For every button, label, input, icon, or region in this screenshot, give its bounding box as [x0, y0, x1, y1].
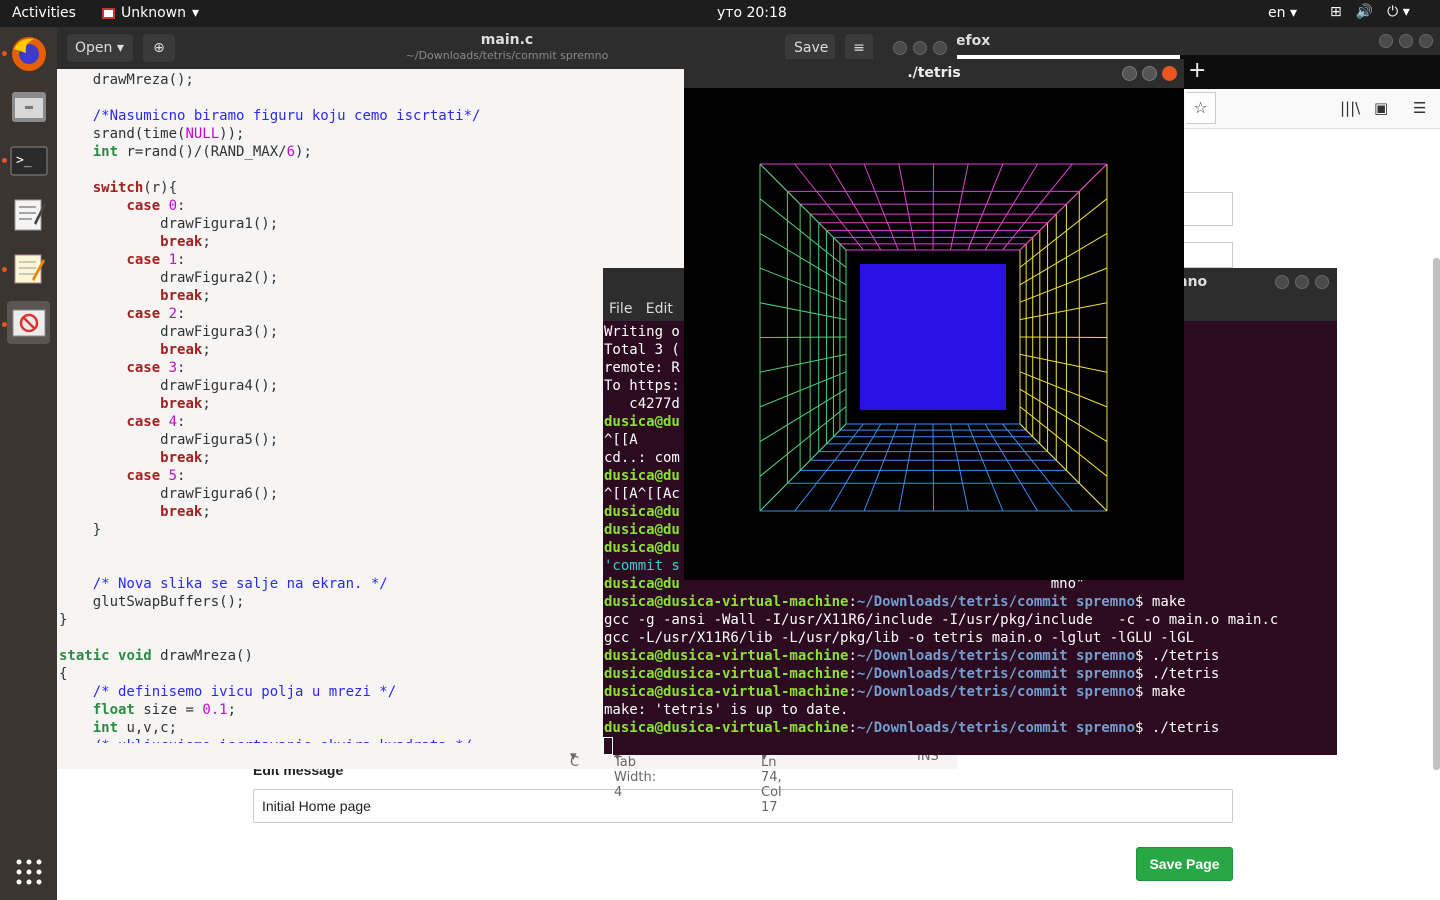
dock: >_	[0, 27, 57, 900]
tab-width-label: Tab Width: 4	[614, 755, 657, 800]
app-menu[interactable]: Unknown ▾	[102, 5, 199, 21]
grid-line	[932, 163, 934, 251]
tetris-canvas[interactable]	[684, 88, 1184, 580]
firefox-tabbar: +	[1180, 55, 1440, 89]
grid-line	[759, 423, 847, 512]
grid-line	[759, 163, 847, 251]
minimize-icon[interactable]	[1122, 66, 1137, 81]
grid-line	[759, 406, 847, 477]
files-icon[interactable]	[7, 85, 50, 128]
page-scrollbar[interactable]	[1433, 258, 1440, 770]
hamburger-menu-icon[interactable]: ≡	[845, 34, 873, 62]
power-icon: ⏻ ▾	[1387, 4, 1410, 20]
language-indicator[interactable]: en ▾	[1268, 5, 1297, 21]
activities-button[interactable]: Activities	[12, 5, 76, 21]
tetris-field	[860, 264, 1006, 410]
system-tray[interactable]: ⊞ 🔊 ⏻ ▾	[1330, 4, 1410, 20]
close-icon[interactable]	[1315, 275, 1329, 289]
app-window-icon	[102, 7, 115, 19]
edit-message-input[interactable]: Initial Home page	[253, 789, 1233, 823]
sidebar-icon[interactable]: ▣	[1374, 99, 1388, 117]
maximize-icon[interactable]	[1142, 66, 1157, 81]
minimize-icon[interactable]	[1275, 275, 1289, 289]
language-selector[interactable]: C ▾	[570, 749, 579, 770]
svg-text:>_: >_	[16, 153, 32, 168]
maximize-icon[interactable]	[1295, 275, 1309, 289]
cursor-position-label: Ln 74, Col 17	[761, 755, 782, 815]
close-icon[interactable]	[1419, 34, 1433, 48]
minimize-icon[interactable]	[893, 41, 907, 55]
grid-line	[759, 198, 847, 268]
maximize-icon[interactable]	[913, 41, 927, 55]
bookmark-star-icon[interactable]: ☆	[1186, 92, 1216, 124]
open-button[interactable]: Open ▾	[67, 34, 133, 62]
show-applications-icon[interactable]	[7, 850, 50, 893]
save-button[interactable]: Save	[785, 34, 835, 62]
document-path: ~/Downloads/tetris/commit spremno	[405, 49, 609, 62]
library-icon[interactable]: |||\	[1340, 99, 1360, 117]
unknown-app-icon[interactable]	[7, 301, 50, 344]
grid-line	[1019, 163, 1108, 251]
grid-line	[1019, 336, 1108, 338]
grid-line	[794, 423, 864, 512]
grid-line	[1019, 423, 1108, 512]
close-icon[interactable]	[933, 41, 947, 55]
tetris-titlebar: ./tetris	[684, 59, 1184, 88]
grid-line	[1002, 423, 1073, 512]
maximize-icon[interactable]	[1399, 34, 1413, 48]
tetris-title: ./tetris	[907, 65, 961, 81]
notes-icon[interactable]	[7, 247, 50, 290]
firefox-title: efox	[956, 33, 991, 49]
tetris-window: ./tetris	[684, 59, 1184, 580]
volume-icon: 🔊	[1355, 4, 1374, 20]
grid-line	[1019, 198, 1108, 268]
close-icon[interactable]	[1162, 66, 1177, 81]
form-input[interactable]	[1180, 242, 1233, 268]
firefox-icon[interactable]	[7, 32, 50, 75]
top-bar: Activities Unknown ▾ уто 20:18 en ▾ ⊞ 🔊 …	[0, 0, 1440, 27]
grid-line	[794, 163, 864, 251]
terminal-icon[interactable]: >_	[7, 139, 50, 182]
text-editor-icon[interactable]	[7, 193, 50, 236]
grid-line	[932, 423, 934, 512]
new-tab-icon[interactable]: +	[1188, 58, 1206, 83]
menu-edit[interactable]: Edit	[646, 301, 673, 317]
menu-file[interactable]: File	[609, 301, 632, 317]
grid-line	[759, 336, 847, 338]
app-menu-label: Unknown	[121, 5, 186, 21]
firefox-navbar: ☆ |||\ ▣ ☰	[1180, 89, 1440, 129]
menu-icon[interactable]: ☰	[1413, 99, 1426, 117]
document-title: main.c	[480, 32, 534, 48]
grid-line	[1019, 406, 1108, 477]
minimize-icon[interactable]	[1379, 34, 1393, 48]
chevron-down-icon: ▾	[192, 5, 200, 21]
save-page-button[interactable]: Save Page	[1136, 847, 1233, 881]
terminal-menubar: File Edit	[609, 301, 673, 317]
form-input[interactable]	[1180, 192, 1233, 226]
language-label: en	[1268, 5, 1286, 21]
language-label: C	[570, 755, 580, 770]
firefox-titlebar: efox	[940, 27, 1440, 55]
open-button-label: Open	[75, 40, 113, 56]
grid-line	[1002, 163, 1073, 251]
clock[interactable]: уто 20:18	[717, 5, 787, 21]
network-icon: ⊞	[1330, 4, 1342, 20]
new-document-icon[interactable]: ⊕	[143, 34, 175, 62]
